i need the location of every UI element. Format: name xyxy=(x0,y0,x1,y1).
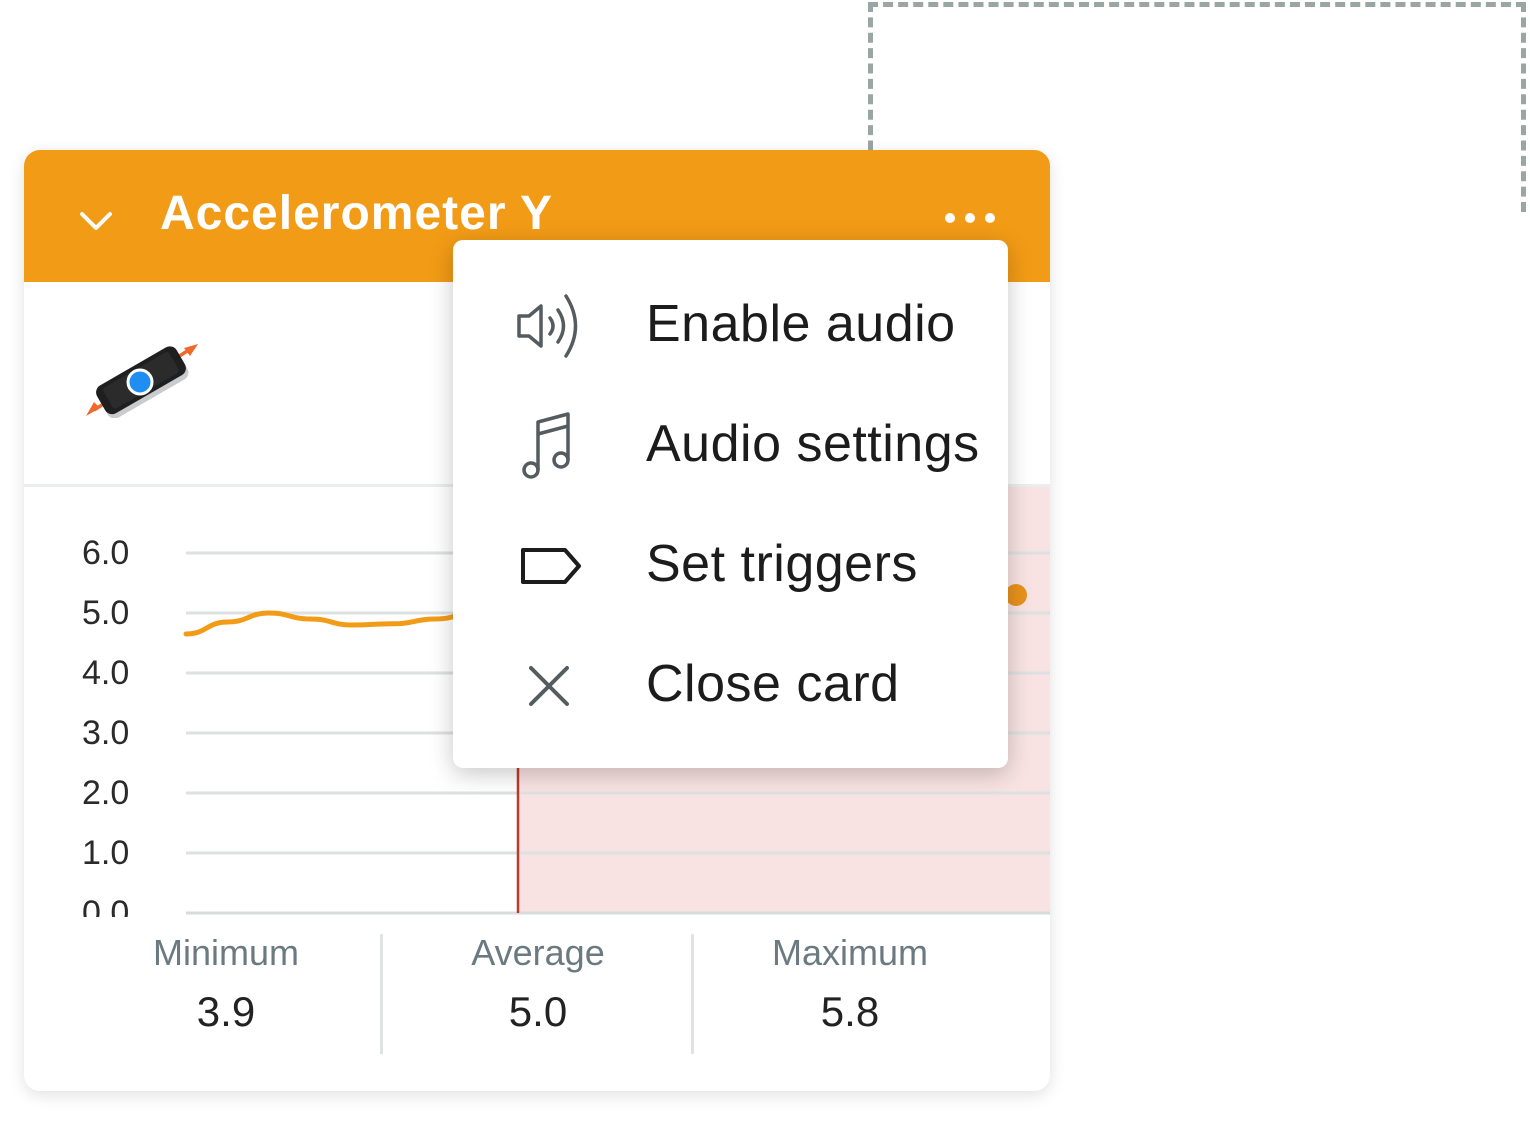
stat-average: Average 5.0 xyxy=(382,932,694,1036)
card-title: Accelerometer Y xyxy=(160,187,553,240)
stat-maximum: Maximum 5.8 xyxy=(694,932,1006,1036)
menu-item-close-card[interactable]: Close card xyxy=(453,626,1008,746)
y-tick-label: 1.0 xyxy=(82,834,129,872)
average-value: 5.0 xyxy=(508,988,568,1035)
speaker-icon xyxy=(517,294,578,358)
close-icon xyxy=(529,666,569,706)
maximum-value: 5.8 xyxy=(820,988,880,1035)
minimum-label: Minimum xyxy=(152,932,299,973)
phone-accelerometer-y-icon[interactable] xyxy=(84,342,200,418)
y-tick-label: 2.0 xyxy=(82,774,129,812)
tag-icon xyxy=(521,548,581,584)
y-tick-label: 4.0 xyxy=(82,654,129,692)
stats-row: Minimum 3.9 Average 5.0 Maximum 5.8 xyxy=(24,918,1050,1091)
chevron-down-icon[interactable] xyxy=(76,202,116,242)
menu-item-label: Enable audio xyxy=(646,295,956,353)
menu-item-label: Close card xyxy=(646,655,900,713)
maximum-label: Maximum xyxy=(771,932,928,973)
stat-minimum: Minimum 3.9 xyxy=(70,932,382,1036)
menu-item-set-triggers[interactable]: Set triggers xyxy=(453,506,1008,626)
more-horizontal-icon[interactable] xyxy=(942,210,998,226)
music-note-icon xyxy=(522,412,570,479)
menu-item-enable-audio[interactable]: Enable audio xyxy=(453,266,1008,386)
minimum-value: 3.9 xyxy=(196,988,256,1035)
y-tick-label: 0.0 xyxy=(82,894,129,917)
current-value-point xyxy=(1005,584,1027,606)
card-options-menu: Enable audio Audio settings Set triggers… xyxy=(453,240,1008,768)
average-label: Average xyxy=(471,932,605,973)
y-tick-label: 3.0 xyxy=(82,714,129,752)
menu-item-label: Set triggers xyxy=(646,535,918,593)
y-tick-label: 5.0 xyxy=(82,594,129,632)
y-tick-label: 6.0 xyxy=(82,534,129,572)
menu-item-label: Audio settings xyxy=(646,415,980,473)
menu-item-audio-settings[interactable]: Audio settings xyxy=(453,386,1008,506)
